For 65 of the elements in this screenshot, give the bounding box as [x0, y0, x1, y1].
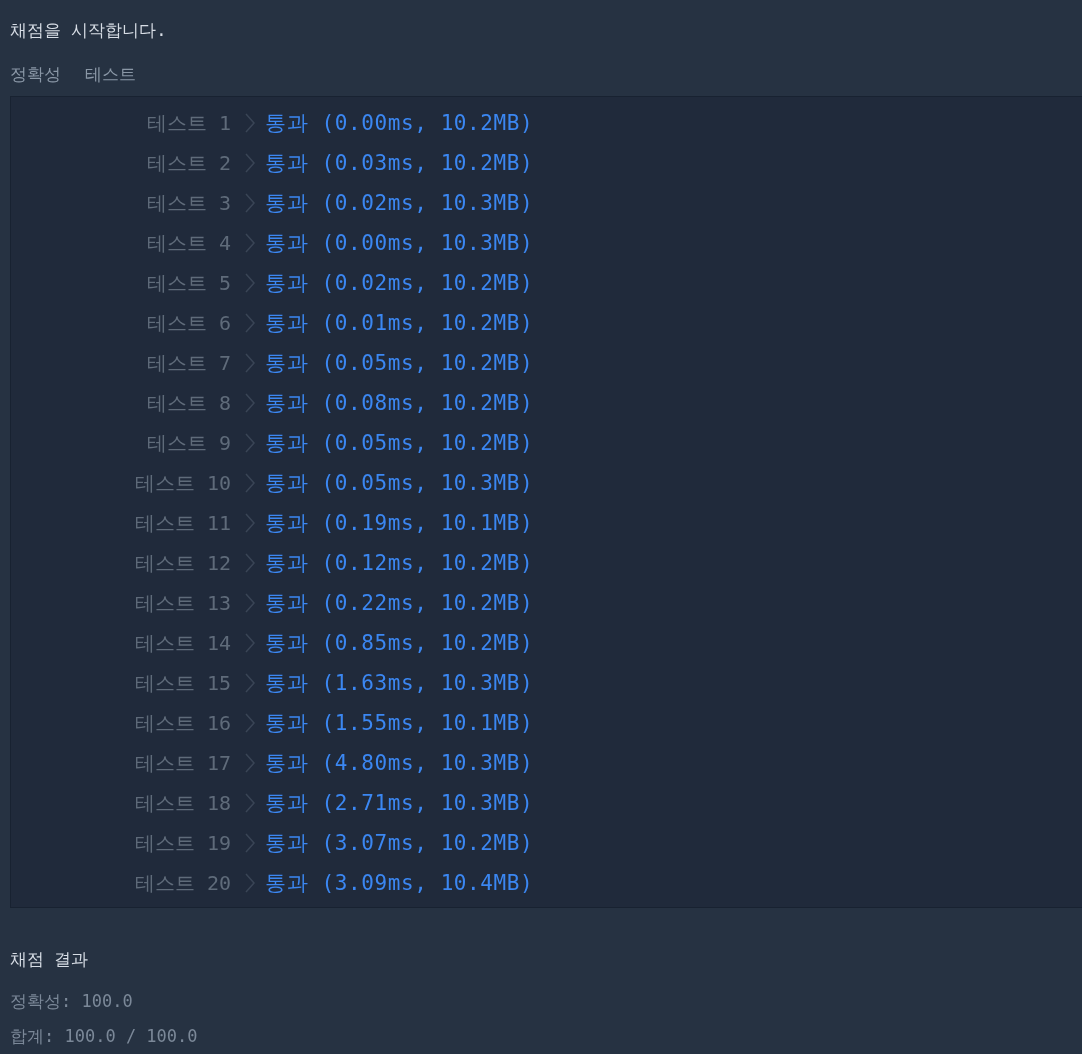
test-result: 통과 (0.05ms, 10.2MB) — [265, 350, 534, 377]
chevron-icon — [243, 232, 257, 254]
test-result: 통과 (0.85ms, 10.2MB) — [265, 630, 534, 657]
chevron-icon — [243, 672, 257, 694]
status-message: 채점을 시작합니다. — [9, 19, 168, 42]
summary-title: 채점 결과 — [9, 948, 90, 971]
test-result: 통과 (0.03ms, 10.2MB) — [265, 150, 534, 177]
test-result: 통과 (1.63ms, 10.3MB) — [265, 670, 534, 697]
test-label: 테스트 18 — [133, 789, 231, 817]
test-label: 테스트 14 — [133, 629, 231, 657]
test-label: 테스트 10 — [133, 469, 231, 497]
chevron-icon — [243, 392, 257, 414]
chevron-icon — [243, 552, 257, 574]
summary-line: 합계: 100.0 / 100.0 — [9, 1025, 199, 1044]
test-result: 통과 (3.07ms, 10.2MB) — [265, 830, 534, 857]
chevron-icon — [243, 312, 257, 334]
test-result: 통과 (0.12ms, 10.2MB) — [265, 550, 534, 577]
chevron-icon — [243, 272, 257, 294]
chevron-icon — [243, 352, 257, 374]
chevron-icon — [243, 512, 257, 534]
chevron-icon — [243, 592, 257, 614]
test-result: 통과 (0.00ms, 10.3MB) — [265, 230, 534, 257]
chevron-icon — [243, 152, 257, 174]
test-label: 테스트 4 — [145, 229, 231, 257]
test-result: 통과 (0.00ms, 10.2MB) — [265, 110, 534, 137]
test-result: 통과 (0.01ms, 10.2MB) — [265, 310, 534, 337]
chevron-icon — [243, 472, 257, 494]
summary-line: 정확성: 100.0 — [9, 990, 134, 1009]
chevron-icon — [243, 432, 257, 454]
test-label: 테스트 17 — [133, 749, 231, 777]
test-label: 테스트 15 — [133, 669, 231, 697]
test-label: 테스트 6 — [145, 309, 231, 337]
chevron-icon — [243, 872, 257, 894]
chevron-icon — [243, 792, 257, 814]
test-label: 테스트 2 — [145, 149, 231, 177]
test-result: 통과 (0.05ms, 10.3MB) — [265, 470, 534, 497]
chevron-icon — [243, 832, 257, 854]
test-result: 통과 (0.05ms, 10.2MB) — [265, 430, 534, 457]
test-label: 테스트 1 — [145, 109, 231, 137]
chevron-icon — [243, 712, 257, 734]
test-result: 통과 (0.22ms, 10.2MB) — [265, 590, 534, 617]
chevron-icon — [243, 192, 257, 214]
test-result: 통과 (3.09ms, 10.4MB) — [265, 870, 534, 897]
test-label: 테스트 3 — [145, 189, 231, 217]
test-label: 테스트 12 — [133, 549, 231, 577]
test-result: 통과 (0.02ms, 10.3MB) — [265, 190, 534, 217]
test-result: 통과 (0.08ms, 10.2MB) — [265, 390, 534, 417]
chevron-icon — [243, 632, 257, 654]
test-label: 테스트 20 — [133, 869, 231, 897]
test-label: 테스트 8 — [145, 389, 231, 417]
test-label: 테스트 13 — [133, 589, 231, 617]
test-label: 테스트 11 — [133, 509, 231, 537]
test-label: 테스트 7 — [145, 349, 231, 377]
test-label: 테스트 19 — [133, 829, 231, 857]
chevron-icon — [243, 752, 257, 774]
test-result: 통과 (4.80ms, 10.3MB) — [265, 750, 534, 777]
section-title: 정확성 테스트 — [9, 63, 138, 86]
test-label: 테스트 16 — [133, 709, 231, 737]
chevron-icon — [243, 112, 257, 134]
test-result: 통과 (1.55ms, 10.1MB) — [265, 710, 534, 737]
test-result: 통과 (0.19ms, 10.1MB) — [265, 510, 534, 537]
test-result: 통과 (2.71ms, 10.3MB) — [265, 790, 534, 817]
test-result: 통과 (0.02ms, 10.2MB) — [265, 270, 534, 297]
test-label: 테스트 9 — [145, 429, 231, 457]
test-label: 테스트 5 — [145, 269, 231, 297]
